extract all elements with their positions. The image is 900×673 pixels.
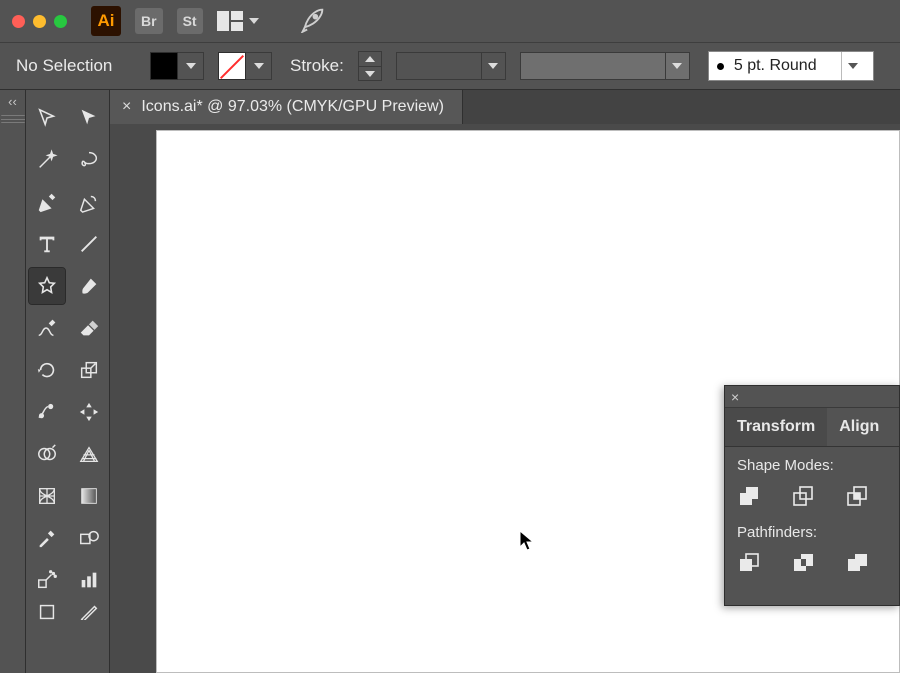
stroke-weight-down[interactable] <box>359 66 381 80</box>
chevron-down-icon <box>672 63 682 69</box>
brush-preset-label: 5 pt. Round <box>734 57 817 75</box>
window-maximize-button[interactable] <box>54 15 67 28</box>
free-transform-tool[interactable] <box>71 394 107 430</box>
chevron-down-icon <box>365 71 375 77</box>
rotate-tool[interactable] <box>29 352 65 388</box>
fill-swatch-combo[interactable] <box>150 52 204 80</box>
type-tool[interactable] <box>29 226 65 262</box>
panel-body: Shape Modes: Pathfinders: <box>725 447 899 605</box>
chevron-down-icon <box>249 18 259 24</box>
chevron-down-icon <box>254 63 264 69</box>
gradient-tool[interactable] <box>71 478 107 514</box>
window-close-button[interactable] <box>12 15 25 28</box>
fill-swatch[interactable] <box>150 52 178 80</box>
line-segment-tool[interactable] <box>71 226 107 262</box>
selection-tool[interactable] <box>29 100 65 136</box>
stock-link[interactable]: St <box>177 8 203 34</box>
tab-transform[interactable]: Transform <box>725 408 827 446</box>
mouse-cursor-icon <box>518 530 536 552</box>
stroke-weight-up[interactable] <box>359 52 381 66</box>
brush-dot-icon <box>717 63 724 70</box>
illustrator-logo: Ai <box>91 6 121 36</box>
symbol-sprayer-tool[interactable] <box>29 562 65 598</box>
shape-builder-tool[interactable] <box>29 436 65 472</box>
panel-tabs: Transform Align <box>725 408 899 447</box>
shape-modes-heading: Shape Modes: <box>737 457 887 474</box>
slice-tool[interactable] <box>71 604 107 620</box>
stroke-weight-stepper[interactable] <box>358 51 382 81</box>
chevron-down-icon <box>186 63 196 69</box>
stroke-weight-label: Stroke: <box>290 56 344 76</box>
shape-unite-button[interactable] <box>737 484 765 508</box>
stroke-dropdown[interactable] <box>246 52 272 80</box>
document-tab-title: Icons.ai* @ 97.03% (CMYK/GPU Preview) <box>141 98 444 116</box>
variable-width-profile-dropdown[interactable] <box>396 52 506 80</box>
window-controls <box>12 15 67 28</box>
fill-dropdown[interactable] <box>178 52 204 80</box>
panel-collapse-gutter[interactable]: ‹‹ <box>0 90 26 673</box>
gpu-rocket-icon[interactable] <box>299 5 327 38</box>
brush-preset-dropdown[interactable]: 5 pt. Round <box>708 51 874 81</box>
curvature-tool[interactable] <box>71 184 107 220</box>
pathfinder-panel[interactable]: × Transform Align Shape Modes: Pathfinde… <box>724 385 900 606</box>
panel-titlebar[interactable]: × <box>725 386 899 408</box>
pathfinders-row <box>737 551 887 575</box>
bridge-link[interactable]: Br <box>135 8 163 34</box>
brush-definition-dropdown[interactable] <box>520 52 690 80</box>
app-bar: Ai Br St <box>0 0 900 42</box>
selection-status: No Selection <box>16 56 136 76</box>
shape-minus-front-button[interactable] <box>791 484 819 508</box>
width-tool[interactable] <box>29 394 65 430</box>
pathfinder-merge-button[interactable] <box>845 551 873 575</box>
close-tab-icon[interactable]: × <box>122 98 131 116</box>
mesh-tool[interactable] <box>29 478 65 514</box>
shape-modes-row <box>737 484 887 508</box>
eraser-tool[interactable] <box>71 310 107 346</box>
stroke-swatch-combo[interactable] <box>218 52 272 80</box>
document-tab-bar: × Icons.ai* @ 97.03% (CMYK/GPU Preview) <box>110 90 900 124</box>
arrange-icon <box>217 11 245 31</box>
workspace: ‹‹ <box>0 90 900 673</box>
column-graph-tool[interactable] <box>71 562 107 598</box>
magic-wand-tool[interactable] <box>29 142 65 178</box>
artboard-tool[interactable] <box>29 604 65 620</box>
pathfinders-heading: Pathfinders: <box>737 524 887 541</box>
star-tool[interactable] <box>29 268 65 304</box>
pen-tool[interactable] <box>29 184 65 220</box>
tab-align[interactable]: Align <box>827 408 891 446</box>
scale-tool[interactable] <box>71 352 107 388</box>
chevron-down-icon <box>848 63 858 69</box>
pathfinder-divide-button[interactable] <box>737 551 765 575</box>
pathfinder-trim-button[interactable] <box>791 551 819 575</box>
chevron-down-icon <box>488 63 498 69</box>
control-bar: No Selection Stroke: 5 pt. Round <box>0 42 900 90</box>
chevron-up-icon <box>365 56 375 62</box>
gutter-grip-icon <box>1 115 25 123</box>
tool-palette <box>26 90 110 673</box>
stroke-swatch-none[interactable] <box>218 52 246 80</box>
shape-intersect-button[interactable] <box>845 484 873 508</box>
lasso-tool[interactable] <box>71 142 107 178</box>
window-minimize-button[interactable] <box>33 15 46 28</box>
panel-close-icon[interactable]: × <box>731 389 739 405</box>
shaper-tool[interactable] <box>29 310 65 346</box>
paintbrush-tool[interactable] <box>71 268 107 304</box>
blend-tool[interactable] <box>71 520 107 556</box>
direct-selection-tool[interactable] <box>71 100 107 136</box>
collapse-chevrons-icon: ‹‹ <box>8 94 17 109</box>
perspective-grid-tool[interactable] <box>71 436 107 472</box>
document-tab[interactable]: × Icons.ai* @ 97.03% (CMYK/GPU Preview) <box>110 90 463 124</box>
eyedropper-tool[interactable] <box>29 520 65 556</box>
arrange-documents-button[interactable] <box>217 11 259 31</box>
